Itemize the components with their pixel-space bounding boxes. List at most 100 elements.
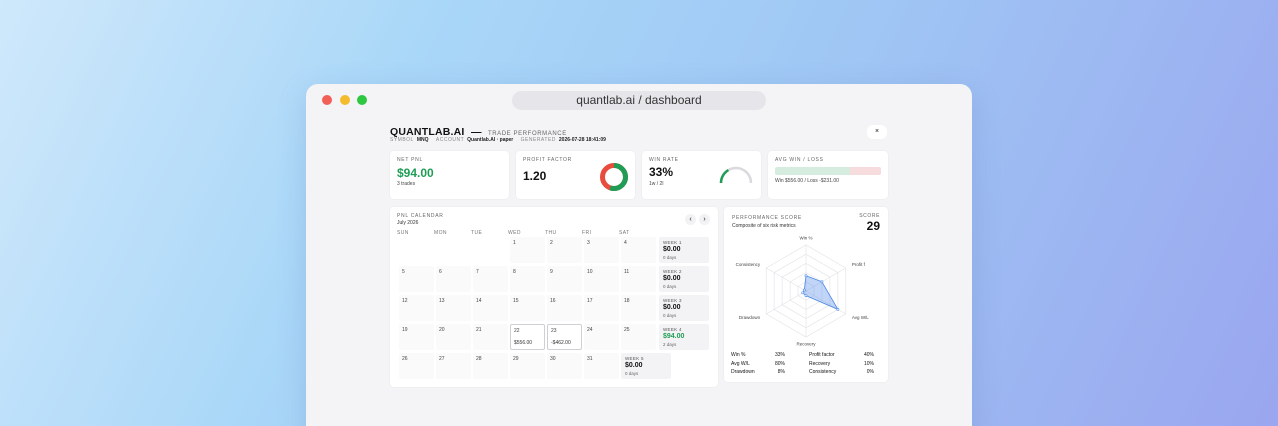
calendar-day[interactable]: 22 $556.00 xyxy=(510,324,545,350)
maximize-window-dot[interactable] xyxy=(357,95,367,105)
performance-subtitle: Composite of six risk metrics xyxy=(732,223,796,229)
metric-left-value: 8% xyxy=(777,369,785,375)
calendar-month: July 2026 xyxy=(397,220,419,226)
radar-axis-label: Win % xyxy=(799,236,812,241)
calendar-day[interactable]: 29 xyxy=(510,353,545,379)
metric-right-label: Recovery xyxy=(809,360,831,367)
week-value: $0.00 xyxy=(663,275,681,282)
metric-left-value: 80% xyxy=(774,360,785,367)
radar-point xyxy=(804,274,808,278)
prev-month-button[interactable]: ‹ xyxy=(685,214,696,225)
calendar-day[interactable]: 9 xyxy=(547,266,582,292)
symbol-value: MNQ xyxy=(416,137,429,143)
calendar-day[interactable]: 1 xyxy=(510,237,545,263)
week-summary: WEEK 2 $0.00 0 days xyxy=(659,266,709,292)
radar-axis-label: Profit f xyxy=(852,262,866,267)
performance-score-card: PERFORMANCE SCORE Composite of six risk … xyxy=(724,207,888,382)
weekday-header: WED xyxy=(508,230,521,236)
day-number: 22 xyxy=(514,328,520,334)
calendar-day[interactable]: 4 xyxy=(621,237,656,263)
metric-right-value: 10% xyxy=(863,360,874,367)
calendar-day[interactable]: 24 xyxy=(584,324,619,350)
metric-left-value: 33% xyxy=(774,352,785,358)
net-pnl-card: NET PNL $94.00 3 trades xyxy=(390,151,509,199)
calendar-day[interactable]: 5 xyxy=(399,266,434,292)
week-summary: WEEK 1 $0.00 0 days xyxy=(659,237,709,263)
day-number: 27 xyxy=(439,356,445,362)
week-label: WEEK 4 xyxy=(663,327,682,332)
calendar-day[interactable]: 3 xyxy=(584,237,619,263)
day-number: 21 xyxy=(476,327,482,333)
generated-value: 2026-07-28 18:41:09 xyxy=(558,137,606,143)
account-value: Quantlab.AI · paper xyxy=(467,137,514,143)
radar-point xyxy=(804,294,808,298)
metric-right-value: 40% xyxy=(863,352,874,358)
address-bar[interactable]: quantlab.ai / dashboard xyxy=(512,91,766,110)
calendar-day[interactable]: 23 -$462.00 xyxy=(547,324,582,350)
day-number: 30 xyxy=(550,356,556,362)
calendar-day[interactable]: 18 xyxy=(621,295,656,321)
win-rate-gauge xyxy=(719,166,753,184)
radar-axis-label: Consistency xyxy=(736,262,761,267)
calendar-day[interactable]: 12 xyxy=(399,295,434,321)
day-number: 2 xyxy=(550,240,553,246)
win-loss-bar xyxy=(775,167,881,175)
radar-axis-label: Avg W/L xyxy=(852,315,869,320)
radar-point xyxy=(801,291,805,295)
day-number: 17 xyxy=(587,298,593,304)
minimize-window-dot[interactable] xyxy=(340,95,350,105)
calendar-day[interactable]: 15 xyxy=(510,295,545,321)
week-value: $0.00 xyxy=(663,246,681,253)
next-month-button[interactable]: › xyxy=(699,214,710,225)
day-number: 16 xyxy=(550,298,556,304)
day-number: 3 xyxy=(587,240,590,246)
calendar-day[interactable]: 14 xyxy=(473,295,508,321)
calendar-day[interactable]: 10 xyxy=(584,266,619,292)
day-number: 23 xyxy=(551,328,557,334)
close-button[interactable]: × xyxy=(867,125,887,139)
avg-win-loss-card: AVG WIN / LOSS Win $556.00 / Loss -$231.… xyxy=(768,151,888,199)
chevron-right-icon: › xyxy=(703,216,706,223)
avg-win-loss-text: Win $556.00 / Loss -$231.00 xyxy=(775,178,839,184)
calendar-day[interactable]: 21 xyxy=(473,324,508,350)
calendar-day[interactable]: 11 xyxy=(621,266,656,292)
browser-window: quantlab.ai / dashboard QUANTLAB.AI — TR… xyxy=(306,84,972,426)
week-label: WEEK 2 xyxy=(663,269,682,274)
calendar-day[interactable]: 25 xyxy=(621,324,656,350)
calendar-day[interactable]: 2 xyxy=(547,237,582,263)
avg-win-loss-label: AVG WIN / LOSS xyxy=(775,157,824,163)
week-label: WEEK 5 xyxy=(625,356,644,361)
calendar-day[interactable]: 16 xyxy=(547,295,582,321)
calendar-day[interactable]: 17 xyxy=(584,295,619,321)
calendar-day[interactable]: 19 xyxy=(399,324,434,350)
loss-bar-segment xyxy=(850,167,881,175)
weekday-header: MON xyxy=(434,230,447,236)
week-label: WEEK 1 xyxy=(663,240,682,245)
calendar-day[interactable]: 13 xyxy=(436,295,471,321)
close-window-dot[interactable] xyxy=(322,95,332,105)
calendar-day[interactable]: 30 xyxy=(547,353,582,379)
week-value: $94.00 xyxy=(663,333,685,340)
calendar-day[interactable]: 8 xyxy=(510,266,545,292)
calendar-day[interactable]: 27 xyxy=(436,353,471,379)
metrics-table: Win % 33% Profit factor 40% Avg W/L 80% Recove… xyxy=(731,352,881,378)
pnl-calendar: PNL CALENDAR July 2026 ‹ › SUN MON TUE WED T… xyxy=(390,207,718,387)
calendar-day[interactable]: 6 xyxy=(436,266,471,292)
metric-right-value: 0% xyxy=(866,369,874,375)
radar-point xyxy=(820,280,824,284)
calendar-day[interactable]: 20 xyxy=(436,324,471,350)
calendar-day[interactable]: 28 xyxy=(473,353,508,379)
profit-factor-value: 1.20 xyxy=(523,169,547,183)
profit-factor-card: PROFIT FACTOR 1.20 xyxy=(516,151,635,199)
calendar-day[interactable]: 7 xyxy=(473,266,508,292)
radar-axis-label: Drawdown xyxy=(739,315,761,320)
account-label: ACCOUNT xyxy=(435,137,465,143)
day-number: 24 xyxy=(587,327,593,333)
day-number: 31 xyxy=(587,356,593,362)
calendar-day[interactable]: 31 xyxy=(584,353,619,379)
calendar-day[interactable]: 26 xyxy=(399,353,434,379)
symbol-label: SYMBOL xyxy=(390,137,414,143)
weekday-header: SAT xyxy=(619,230,630,236)
day-number: 28 xyxy=(476,356,482,362)
day-number: 25 xyxy=(624,327,630,333)
